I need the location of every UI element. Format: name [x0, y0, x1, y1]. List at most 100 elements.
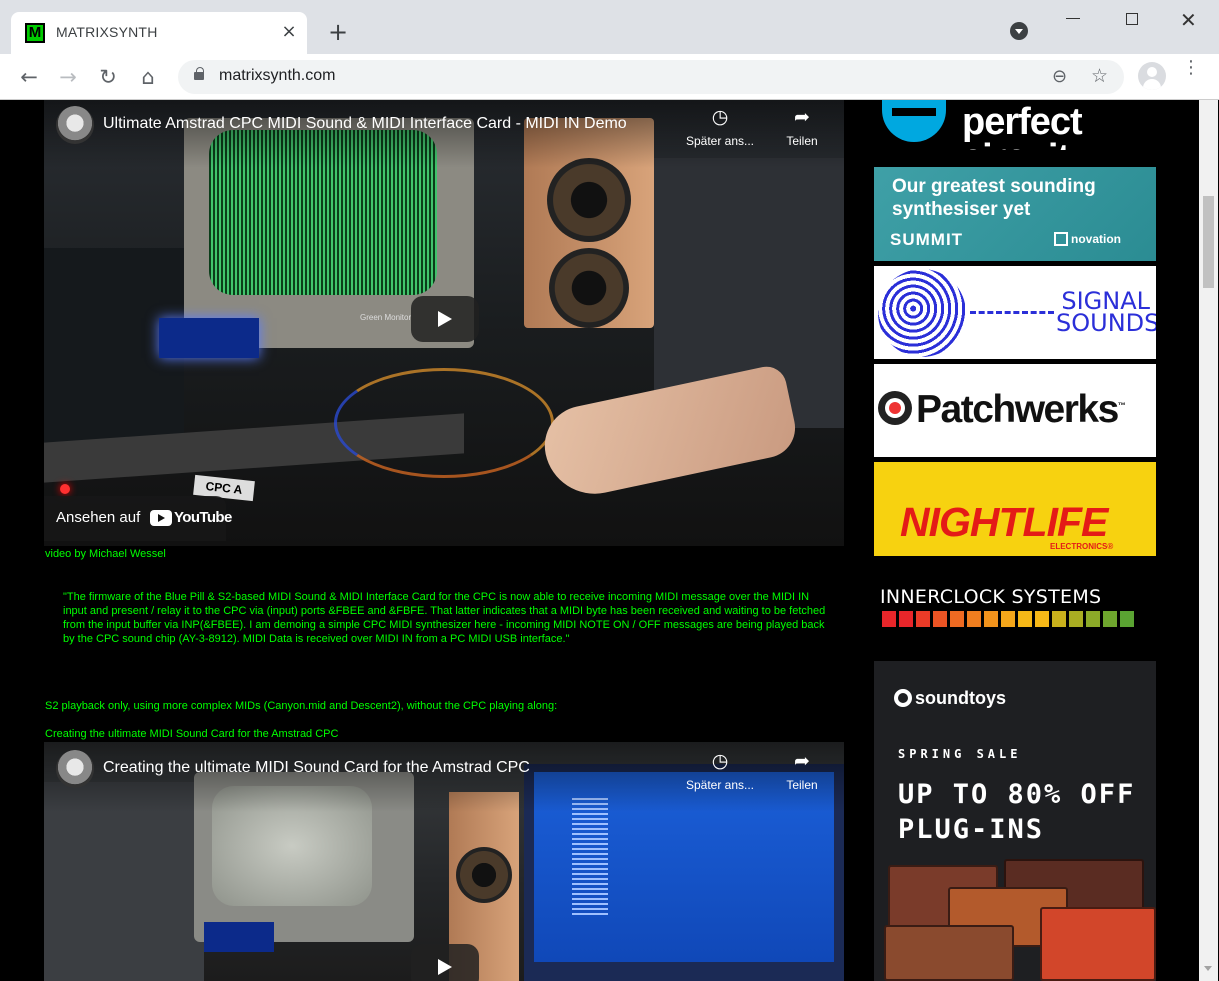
tab-close-icon[interactable]: ×	[279, 22, 299, 42]
share-button-2[interactable]: ➦ Teilen	[782, 750, 822, 794]
signal-sounds-text: SIGNAL SOUNDS	[1056, 287, 1156, 337]
scene-wires	[334, 368, 554, 478]
patchwerks-text: Patchwerks™	[916, 388, 1126, 432]
tab-title: MATRIXSYNTH	[56, 24, 158, 40]
innerclock-key-row	[882, 611, 1134, 627]
menu-icon[interactable]: ⋮	[1182, 59, 1200, 77]
watch-later-button-2[interactable]: ◷ Später ans...	[684, 750, 756, 794]
scrollbar-thumb[interactable]	[1203, 196, 1214, 288]
novation-text: novation	[1071, 232, 1121, 246]
profile-avatar-icon[interactable]	[1138, 62, 1166, 90]
watch-later-button[interactable]: ◷ Später ans...	[684, 106, 756, 150]
innerclock-key	[1052, 611, 1066, 627]
soundtoys-logo-text: soundtoys	[915, 688, 1007, 708]
novation-logo-icon	[1054, 232, 1068, 246]
post-quote: "The firmware of the Blue Pill & S2-base…	[63, 591, 826, 645]
ad-nightlife-electronics[interactable]: NIGHTLIFE ELECTRONICS®	[874, 462, 1156, 556]
watch-on-label: Ansehen auf	[56, 509, 141, 526]
soundtoys-logo: soundtoys	[894, 688, 1006, 709]
signal-sounds-dash	[970, 311, 1054, 314]
tab-matrixsynth[interactable]: M MATRIXSYNTH ×	[11, 12, 307, 54]
scroll-down-arrow-icon[interactable]	[1204, 966, 1212, 971]
ad-novation-summit[interactable]: Our greatest sounding synthesiser yet SU…	[874, 167, 1156, 261]
clock-icon: ◷	[711, 106, 729, 128]
share-icon: ➦	[794, 106, 810, 128]
forward-icon[interactable]: →	[53, 62, 83, 92]
ad-innerclock-systems[interactable]: INNERCLOCK SYSTEMS	[874, 578, 1156, 638]
video-title[interactable]: Ultimate Amstrad CPC MIDI Sound & MIDI I…	[103, 115, 627, 133]
innerclock-key	[1069, 611, 1083, 627]
video-title-2[interactable]: Creating the ultimate MIDI Sound Card fo…	[103, 759, 530, 777]
perfect-circuit-logo-icon	[882, 100, 946, 142]
watch-on-youtube-button[interactable]: Ansehen auf YouTube	[44, 496, 232, 541]
scene-blue-display	[159, 318, 259, 358]
signal-sounds-knot-icon	[878, 269, 966, 357]
tab-search-icon[interactable]	[1010, 22, 1028, 40]
url-text[interactable]: matrixsynth.com	[219, 67, 335, 85]
scene-red-led	[60, 484, 70, 494]
summit-headline: Our greatest sounding synthesiser yet	[892, 176, 1096, 220]
innerclock-key	[899, 611, 913, 627]
novation-logo: novation	[1054, 232, 1121, 246]
page-content: Green Monitor CPC A Ultimate Amstrad CPC…	[1, 100, 1199, 981]
tab-strip: M MATRIXSYNTH × + ✕	[0, 0, 1219, 54]
innerclock-key	[916, 611, 930, 627]
ad-perfect-circuit[interactable]: perfect circuit	[874, 100, 1156, 150]
youtube-logo-icon	[150, 510, 172, 526]
video-embed-midi-sound-card[interactable]: Creating the ultimate MIDI Sound Card fo…	[44, 742, 844, 981]
bookmark-star-icon[interactable]: ☆	[1091, 65, 1108, 87]
nightlife-text: NIGHTLIFE	[900, 499, 1108, 545]
summit-brand: SUMMIT	[890, 230, 964, 249]
video-embed-midi-in-demo[interactable]: Green Monitor CPC A Ultimate Amstrad CPC…	[44, 100, 844, 546]
innerclock-key	[1001, 611, 1015, 627]
new-tab-icon[interactable]: +	[326, 20, 350, 44]
reload-icon[interactable]: ↻	[93, 62, 123, 92]
play-button[interactable]	[411, 296, 479, 342]
maximize-icon[interactable]	[1126, 13, 1138, 25]
nightlife-sub: ELECTRONICS®	[1050, 542, 1114, 551]
favicon-icon: M	[25, 23, 45, 43]
innerclock-key	[1120, 611, 1134, 627]
play-button-2[interactable]	[411, 944, 479, 981]
innerclock-key	[933, 611, 947, 627]
ad-patchwerks[interactable]: Patchwerks™	[874, 364, 1156, 457]
soundtoys-logo-icon	[894, 689, 912, 707]
toolbar: ← → ↻ ⌂ matrixsynth.com ⊖ ☆ ⋮	[0, 54, 1219, 100]
clock-icon: ◷	[711, 750, 729, 772]
innerclock-key	[1035, 611, 1049, 627]
patchwerks-name: Patchwerks	[916, 388, 1119, 431]
patchwerks-jack-icon	[878, 391, 912, 425]
address-bar[interactable]: matrixsynth.com ⊖ ☆	[178, 60, 1124, 94]
innerclock-key	[1018, 611, 1032, 627]
innerclock-key	[967, 611, 981, 627]
share-label: Teilen	[786, 134, 818, 148]
channel-avatar-2[interactable]	[56, 750, 94, 788]
scrollbar[interactable]	[1199, 100, 1218, 981]
scene-speaker-cone-top	[547, 158, 631, 242]
browser-chrome: M MATRIXSYNTH × + ✕ ← → ↻ ⌂ matrixsynth.…	[0, 0, 1219, 100]
channel-avatar[interactable]	[56, 106, 94, 144]
plugin-panel-bottom	[884, 925, 1014, 981]
scene-speaker-cone-bottom	[549, 248, 629, 328]
innerclock-key	[1086, 611, 1100, 627]
perfect-circuit-text: perfect circuit	[962, 101, 1083, 150]
video2-caption: Creating the ultimate MIDI Sound Card fo…	[45, 728, 339, 740]
watch-later-label-2: Später ans...	[685, 778, 755, 792]
innerclock-text: INNERCLOCK SYSTEMS	[880, 586, 1102, 608]
lock-icon[interactable]	[194, 67, 204, 80]
ad-signal-sounds[interactable]: SIGNAL SOUNDS	[874, 266, 1156, 359]
innerclock-key	[1103, 611, 1117, 627]
innerclock-key	[950, 611, 964, 627]
scene-speaker-cone-2	[456, 847, 512, 903]
innerclock-key	[984, 611, 998, 627]
share-button[interactable]: ➦ Teilen	[782, 106, 822, 150]
ad-soundtoys[interactable]: soundtoys SPRING SALE UP TO 80% OFF PLUG…	[874, 661, 1156, 981]
minimize-icon[interactable]	[1066, 18, 1080, 19]
share-icon: ➦	[794, 750, 810, 772]
back-icon[interactable]: ←	[14, 62, 44, 92]
innerclock-key	[882, 611, 896, 627]
home-icon[interactable]: ⌂	[133, 62, 163, 92]
zoom-icon[interactable]: ⊖	[1052, 66, 1067, 87]
plugin-panel-right	[1040, 907, 1156, 981]
window-close-icon[interactable]: ✕	[1180, 8, 1197, 32]
